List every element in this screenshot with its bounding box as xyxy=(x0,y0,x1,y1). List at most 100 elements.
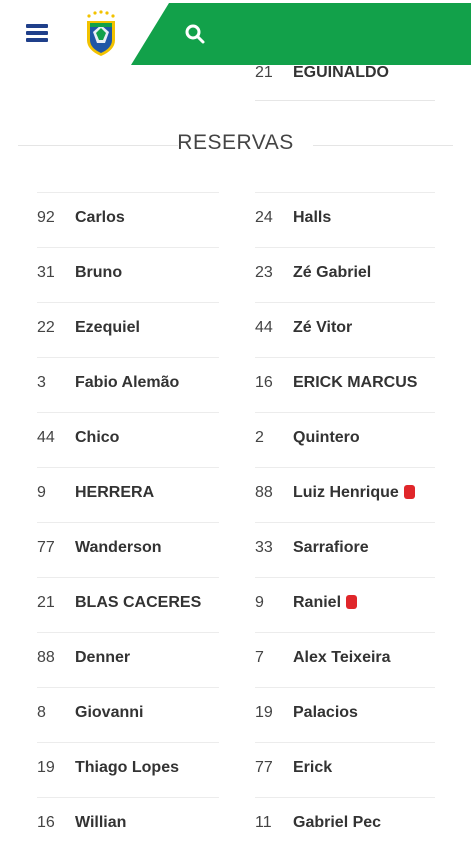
list-item: 16 Willian xyxy=(37,797,219,852)
player-name-text: Halls xyxy=(293,209,332,226)
list-item: 77 Erick xyxy=(255,742,435,797)
list-item: 23 Zé Gabriel xyxy=(255,247,435,302)
list-item: 44 Zé Vitor xyxy=(255,302,435,357)
player-name-text: Palacios xyxy=(293,704,358,721)
player-name[interactable]: Wanderson xyxy=(75,539,162,557)
player-name[interactable]: ERICK MARCUS xyxy=(293,374,417,392)
player-number: 23 xyxy=(255,264,273,281)
player-name-text: Chico xyxy=(75,429,120,446)
player-name-text: Carlos xyxy=(75,209,125,226)
player-name[interactable]: Willian xyxy=(75,814,126,832)
player-name-text: ERICK MARCUS xyxy=(293,374,418,391)
reserves-left-column: 92 Carlos 31 Bruno 22 Ezequiel 3 Fabio Alemão 44… xyxy=(37,192,219,852)
list-item: 3 Fabio Alemão xyxy=(37,357,219,412)
player-name[interactable]: EGUINALDO xyxy=(293,64,389,82)
player-number: 77 xyxy=(37,539,55,556)
player-name[interactable]: Chico xyxy=(75,429,119,447)
player-name-text: Erick xyxy=(293,759,333,776)
list-item: 9 Raniel xyxy=(255,577,435,632)
player-number: 24 xyxy=(255,209,273,226)
player-number: 8 xyxy=(37,704,46,721)
player-name-text: Willian xyxy=(75,814,127,831)
list-item: 2 Quintero xyxy=(255,412,435,467)
player-name-text: Fabio Alemão xyxy=(75,374,180,391)
player-name-text: Raniel xyxy=(293,594,342,611)
player-number: 88 xyxy=(37,649,55,666)
player-number: 2 xyxy=(255,429,264,446)
site-header xyxy=(0,0,471,66)
list-item: 19 Palacios xyxy=(255,687,435,742)
player-number: 7 xyxy=(255,649,264,666)
player-number: 11 xyxy=(255,814,272,831)
player-number: 16 xyxy=(255,374,273,391)
player-name-text: Alex Teixeira xyxy=(293,649,391,666)
player-number: 9 xyxy=(255,594,264,611)
player-number: 19 xyxy=(37,759,55,776)
player-name[interactable]: Bruno xyxy=(75,264,122,282)
list-item: 92 Carlos xyxy=(37,192,219,247)
player-number: 88 xyxy=(255,484,273,501)
player-name[interactable]: Carlos xyxy=(75,209,125,227)
list-item: 88 Luiz Henrique xyxy=(255,467,435,522)
player-name-text: BLAS CACERES xyxy=(75,594,202,611)
search-bar-area[interactable] xyxy=(131,3,471,65)
player-name[interactable]: Luiz Henrique xyxy=(293,484,415,502)
list-item: 88 Denner xyxy=(37,632,219,687)
player-number: 22 xyxy=(37,319,55,336)
red-card-icon xyxy=(346,595,358,609)
list-item: 44 Chico xyxy=(37,412,219,467)
player-name-text: Sarrafiore xyxy=(293,539,369,556)
player-number: 31 xyxy=(37,264,55,281)
list-item: 22 Ezequiel xyxy=(37,302,219,357)
player-number: 16 xyxy=(37,814,55,831)
list-item: 11 Gabriel Pec xyxy=(255,797,435,852)
player-name[interactable]: Fabio Alemão xyxy=(75,374,179,392)
player-name-text: Zé Vitor xyxy=(293,319,353,336)
player-name[interactable]: Halls xyxy=(293,209,331,227)
player-name-text: Luiz Henrique xyxy=(293,484,399,501)
player-name[interactable]: Sarrafiore xyxy=(293,539,369,557)
player-name-text: Ezequiel xyxy=(75,319,140,336)
list-item: 16 ERICK MARCUS xyxy=(255,357,435,412)
section-header-reserves: RESERVAS xyxy=(18,128,453,162)
player-number: 21 xyxy=(37,594,55,611)
list-item: 21 BLAS CACERES xyxy=(37,577,219,632)
search-icon[interactable] xyxy=(184,23,206,45)
player-name[interactable]: Alex Teixeira xyxy=(293,649,391,667)
list-item: 77 Wanderson xyxy=(37,522,219,577)
list-item: 7 Alex Teixeira xyxy=(255,632,435,687)
reserves-right-column: 24 Halls 23 Zé Gabriel 44 Zé Vitor 16 ERICK MAR… xyxy=(255,192,435,852)
player-name-text: Thiago Lopes xyxy=(75,759,179,776)
player-name[interactable]: Erick xyxy=(293,759,332,777)
player-name[interactable]: Palacios xyxy=(293,704,358,722)
divider xyxy=(313,145,453,146)
player-name[interactable]: Thiago Lopes xyxy=(75,759,179,777)
player-name[interactable]: Denner xyxy=(75,649,130,667)
player-number: 44 xyxy=(255,319,273,336)
player-name-text: Zé Gabriel xyxy=(293,264,372,281)
player-number: 3 xyxy=(37,374,46,391)
player-number: 33 xyxy=(255,539,273,556)
player-name-text: Wanderson xyxy=(75,539,162,556)
player-name[interactable]: Zé Vitor xyxy=(293,319,352,337)
player-name[interactable]: Raniel xyxy=(293,594,358,612)
player-name-text: Quintero xyxy=(293,429,360,446)
player-name[interactable]: HERRERA xyxy=(75,484,154,502)
player-name[interactable]: Giovanni xyxy=(75,704,143,722)
player-name[interactable]: Ezequiel xyxy=(75,319,140,337)
player-name[interactable]: BLAS CACERES xyxy=(75,594,201,612)
list-item: 31 Bruno xyxy=(37,247,219,302)
player-name[interactable]: Zé Gabriel xyxy=(293,264,371,282)
player-name-text: Gabriel Pec xyxy=(293,814,382,831)
list-item: 24 Halls xyxy=(255,192,435,247)
player-number: 44 xyxy=(37,429,55,446)
player-name[interactable]: Quintero xyxy=(293,429,360,447)
cbf-crest-logo[interactable] xyxy=(82,10,120,58)
list-item: 33 Sarrafiore xyxy=(255,522,435,577)
list-item: 19 Thiago Lopes xyxy=(37,742,219,797)
player-name[interactable]: Gabriel Pec xyxy=(293,814,381,832)
hamburger-menu-icon[interactable] xyxy=(26,24,48,42)
player-name-text: Bruno xyxy=(75,264,123,281)
player-number: 77 xyxy=(255,759,273,776)
player-name-text: HERRERA xyxy=(75,484,155,501)
